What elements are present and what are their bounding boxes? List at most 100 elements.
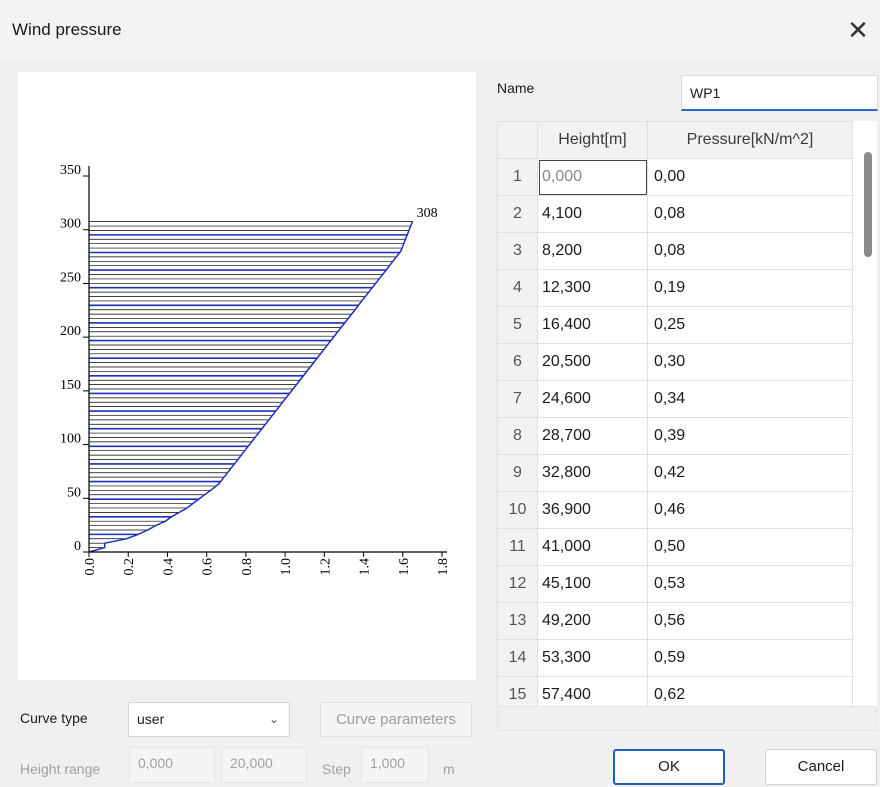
column-header-height[interactable]: Height[m] [537, 121, 648, 159]
height-cell[interactable]: 53,300 [537, 639, 648, 677]
pressure-cell[interactable]: 0,56 [647, 602, 853, 640]
pressure-cell[interactable]: 0,19 [647, 269, 853, 307]
row-number[interactable]: 7 [497, 380, 538, 418]
wind-pressure-chart: 0 50 100 150 200 250 300 350 0.0 0.2 0.4 0.6 0.8 1.0 1… [18, 72, 476, 680]
row-number[interactable]: 14 [497, 639, 538, 677]
pressure-cell[interactable]: 0,08 [647, 232, 853, 270]
pressure-cell[interactable]: 0,34 [647, 380, 853, 418]
curve-type-select[interactable]: user ⌄ [128, 702, 290, 737]
height-cell[interactable]: 8,200 [537, 232, 648, 270]
table-row[interactable]: 7 24,600 0,34 [497, 380, 853, 418]
table-row[interactable]: 12 45,100 0,53 [497, 565, 853, 603]
ok-button[interactable]: OK [613, 749, 725, 785]
height-cell[interactable]: 20,500 [537, 343, 648, 381]
table-row[interactable]: 6 20,500 0,30 [497, 343, 853, 381]
chart-svg: 0 50 100 150 200 250 300 350 0.0 0.2 0.4 0.6 0.8 1.0 1… [60, 163, 451, 576]
y-tick-label: 200 [60, 324, 81, 339]
x-tick-label: 0.6 [201, 558, 216, 576]
row-number[interactable]: 6 [497, 343, 538, 381]
row-number[interactable]: 3 [497, 232, 538, 270]
row-number[interactable]: 9 [497, 454, 538, 492]
pressure-cell[interactable]: 0,53 [647, 565, 853, 603]
table-row[interactable]: 14 53,300 0,59 [497, 639, 853, 677]
curve-parameters-button[interactable]: Curve parameters [320, 702, 472, 737]
pressure-cell[interactable]: 0,25 [647, 306, 853, 344]
y-tick-label: 350 [60, 163, 81, 178]
row-number[interactable]: 15 [497, 676, 538, 706]
height-cell[interactable]: 24,600 [537, 380, 648, 418]
y-tick-label: 300 [60, 217, 81, 232]
x-tick-label: 0.2 [122, 558, 137, 576]
table-row[interactable]: 2 4,100 0,08 [497, 195, 853, 233]
grid-horizontal-scroll-area [497, 706, 877, 731]
height-cell[interactable]: 28,700 [537, 417, 648, 455]
table-row[interactable]: 10 36,900 0,46 [497, 491, 853, 529]
max-height-annotation: 308 [417, 206, 438, 221]
row-number[interactable]: 1 [497, 158, 538, 196]
height-cell[interactable]: 36,900 [537, 491, 648, 529]
row-number[interactable]: 13 [497, 602, 538, 640]
cancel-button[interactable]: Cancel [765, 749, 877, 785]
close-button[interactable]: ✕ [838, 12, 878, 48]
height-cell[interactable]: 49,200 [537, 602, 648, 640]
height-cell[interactable]: 16,400 [537, 306, 648, 344]
height-cell[interactable]: 4,100 [537, 195, 648, 233]
step-field[interactable]: 1,000 [361, 747, 429, 783]
height-cell[interactable]: 57,400 [537, 676, 648, 706]
table-row[interactable]: 1 0,000 0,00 [497, 158, 853, 196]
row-number[interactable]: 4 [497, 269, 538, 307]
grid-vertical-scrollbar[interactable] [864, 152, 872, 257]
curve-type-value: user [137, 711, 165, 727]
close-icon: ✕ [847, 15, 869, 45]
y-tick-label: 150 [60, 378, 81, 393]
table-row[interactable]: 3 8,200 0,08 [497, 232, 853, 270]
name-input[interactable]: WP1 [681, 75, 878, 111]
table-row[interactable]: 13 49,200 0,56 [497, 602, 853, 640]
chevron-down-icon: ⌄ [268, 712, 279, 726]
x-tick-label: 1.4 [358, 558, 373, 576]
column-header-pressure[interactable]: Pressure[kN/m^2] [647, 121, 853, 159]
row-number[interactable]: 10 [497, 491, 538, 529]
step-label: Step [322, 761, 351, 777]
table-row[interactable]: 15 57,400 0,62 [497, 676, 853, 706]
pressure-cell[interactable]: 0,00 [647, 158, 853, 196]
x-tick-label: 1.8 [436, 558, 451, 576]
row-number[interactable]: 5 [497, 306, 538, 344]
x-tick-label: 0.8 [240, 558, 255, 576]
pressure-cell[interactable]: 0,39 [647, 417, 853, 455]
pressure-cell[interactable]: 0,42 [647, 454, 853, 492]
height-cell[interactable]: 41,000 [537, 528, 648, 566]
y-tick-label: 50 [67, 485, 81, 500]
table-row[interactable]: 9 32,800 0,42 [497, 454, 853, 492]
pressure-grid: Height[m] Pressure[kN/m^2] 1 0,000 0,00 2 4,… [497, 121, 877, 706]
x-tick-label: 0.0 [83, 558, 98, 576]
height-cell[interactable]: 12,300 [537, 269, 648, 307]
row-number[interactable]: 8 [497, 417, 538, 455]
pressure-cell[interactable]: 0,50 [647, 528, 853, 566]
height-cell[interactable]: 32,800 [537, 454, 648, 492]
height-from-field[interactable]: 0,000 [129, 747, 215, 783]
row-number[interactable]: 2 [497, 195, 538, 233]
row-number[interactable]: 12 [497, 565, 538, 603]
row-number[interactable]: 11 [497, 528, 538, 566]
height-cell[interactable]: 45,100 [537, 565, 648, 603]
curve-type-label: Curve type [20, 710, 88, 726]
pressure-cell[interactable]: 0,62 [647, 676, 853, 706]
table-row[interactable]: 5 16,400 0,25 [497, 306, 853, 344]
step-unit-label: m [443, 761, 455, 777]
height-cell[interactable]: 0,000 [537, 158, 648, 196]
x-tick-label: 1.2 [318, 558, 333, 576]
table-row[interactable]: 11 41,000 0,50 [497, 528, 853, 566]
table-row[interactable]: 8 28,700 0,39 [497, 417, 853, 455]
pressure-cell[interactable]: 0,08 [647, 195, 853, 233]
pressure-cell[interactable]: 0,59 [647, 639, 853, 677]
title-bar: Wind pressure ✕ [0, 0, 880, 60]
table-row[interactable]: 4 12,300 0,19 [497, 269, 853, 307]
height-range-label: Height range [20, 761, 101, 777]
y-tick-label: 0 [74, 539, 81, 554]
pressure-cell[interactable]: 0,30 [647, 343, 853, 381]
x-tick-label: 0.4 [161, 558, 176, 576]
height-to-field[interactable]: 20,000 [221, 747, 307, 783]
window-title: Wind pressure [12, 20, 122, 39]
pressure-cell[interactable]: 0,46 [647, 491, 853, 529]
